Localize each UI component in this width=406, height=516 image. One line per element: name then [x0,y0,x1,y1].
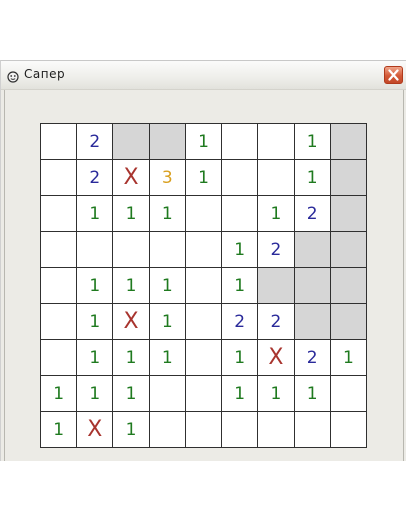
cell-number[interactable]: 1 [294,376,330,411]
minesweeper-app-icon [7,68,19,83]
cell-empty[interactable] [185,196,222,231]
cell-number[interactable]: 1 [113,412,149,447]
cell-empty[interactable] [185,376,222,411]
close-button[interactable] [384,66,403,84]
window-inner-edge-left [4,90,5,461]
cell-empty[interactable] [41,340,77,375]
title-bar[interactable]: Сапер [1,61,406,90]
cell-empty[interactable] [185,232,222,267]
cell-number[interactable]: 1 [113,268,149,303]
cell-closed[interactable] [330,196,366,231]
cell-number[interactable]: 2 [258,304,294,339]
cell-closed[interactable] [330,268,366,303]
cell-number[interactable]: 2 [77,124,113,159]
cell-empty[interactable] [77,232,113,267]
cell-empty[interactable] [258,412,294,447]
cell-empty[interactable] [222,160,258,195]
cell-closed[interactable] [258,268,294,303]
cell-number[interactable]: 1 [222,268,258,303]
cell-number[interactable]: 2 [294,196,330,231]
cell-empty[interactable] [330,376,366,411]
cell-mine-marked[interactable]: X [113,304,149,339]
cell-empty[interactable] [185,340,222,375]
cell-empty[interactable] [185,412,222,447]
cell-number[interactable]: 2 [294,340,330,375]
cell-number[interactable]: 1 [77,196,113,231]
cell-empty[interactable] [113,232,149,267]
cell-number[interactable]: 1 [77,268,113,303]
cell-empty[interactable] [41,124,77,159]
cell-empty[interactable] [41,304,77,339]
cell-empty[interactable] [185,304,222,339]
cell-closed[interactable] [294,304,330,339]
cell-mine-marked[interactable]: X [113,160,149,195]
cell-number[interactable]: 1 [77,304,113,339]
cell-empty[interactable] [294,412,330,447]
cell-number[interactable]: 2 [222,304,258,339]
cell-number[interactable]: 1 [258,196,294,231]
cell-mine-marked[interactable]: X [77,412,113,447]
cell-number[interactable]: 1 [294,124,330,159]
cell-number[interactable]: 1 [149,196,185,231]
window-inner-edge-right [403,90,404,461]
cell-empty[interactable] [149,232,185,267]
cell-closed[interactable] [294,268,330,303]
cell-number[interactable]: 2 [258,232,294,267]
cell-empty[interactable] [41,232,77,267]
minefield-grid: 2112X311111121211111X1221111X211111111X1 [40,123,367,448]
cell-empty[interactable] [258,160,294,195]
cell-number[interactable]: 1 [330,340,366,375]
cell-number[interactable]: 1 [222,340,258,375]
cell-number[interactable]: 1 [113,376,149,411]
cell-number[interactable]: 1 [149,268,185,303]
cell-number[interactable]: 1 [149,340,185,375]
cell-empty[interactable] [41,268,77,303]
cell-number[interactable]: 1 [77,340,113,375]
cell-closed[interactable] [330,160,366,195]
cell-empty[interactable] [185,268,222,303]
cell-number[interactable]: 3 [149,160,185,195]
cell-closed[interactable] [113,124,149,159]
cell-empty[interactable] [41,160,77,195]
cell-number[interactable]: 1 [185,124,222,159]
cell-number[interactable]: 2 [77,160,113,195]
cell-empty[interactable] [149,376,185,411]
cell-closed[interactable] [330,124,366,159]
cell-empty[interactable] [149,412,185,447]
cell-number[interactable]: 1 [185,160,222,195]
cell-empty[interactable] [222,412,258,447]
cell-number[interactable]: 1 [222,376,258,411]
cell-number[interactable]: 1 [113,340,149,375]
cell-empty[interactable] [330,412,366,447]
cell-number[interactable]: 1 [41,376,77,411]
cell-empty[interactable] [222,196,258,231]
cell-number[interactable]: 1 [222,232,258,267]
cell-mine-marked[interactable]: X [258,340,294,375]
cell-closed[interactable] [330,304,366,339]
cell-number[interactable]: 1 [294,160,330,195]
cell-number[interactable]: 1 [258,376,294,411]
cell-number[interactable]: 1 [149,304,185,339]
cell-number[interactable]: 1 [113,196,149,231]
cell-closed[interactable] [330,232,366,267]
cell-empty[interactable] [41,196,77,231]
cell-closed[interactable] [149,124,185,159]
cell-empty[interactable] [222,124,258,159]
cell-number[interactable]: 1 [41,412,77,447]
window-title: Сапер [24,67,66,81]
close-icon [388,69,399,81]
cell-number[interactable]: 1 [77,376,113,411]
cell-empty[interactable] [258,124,294,159]
cell-closed[interactable] [294,232,330,267]
